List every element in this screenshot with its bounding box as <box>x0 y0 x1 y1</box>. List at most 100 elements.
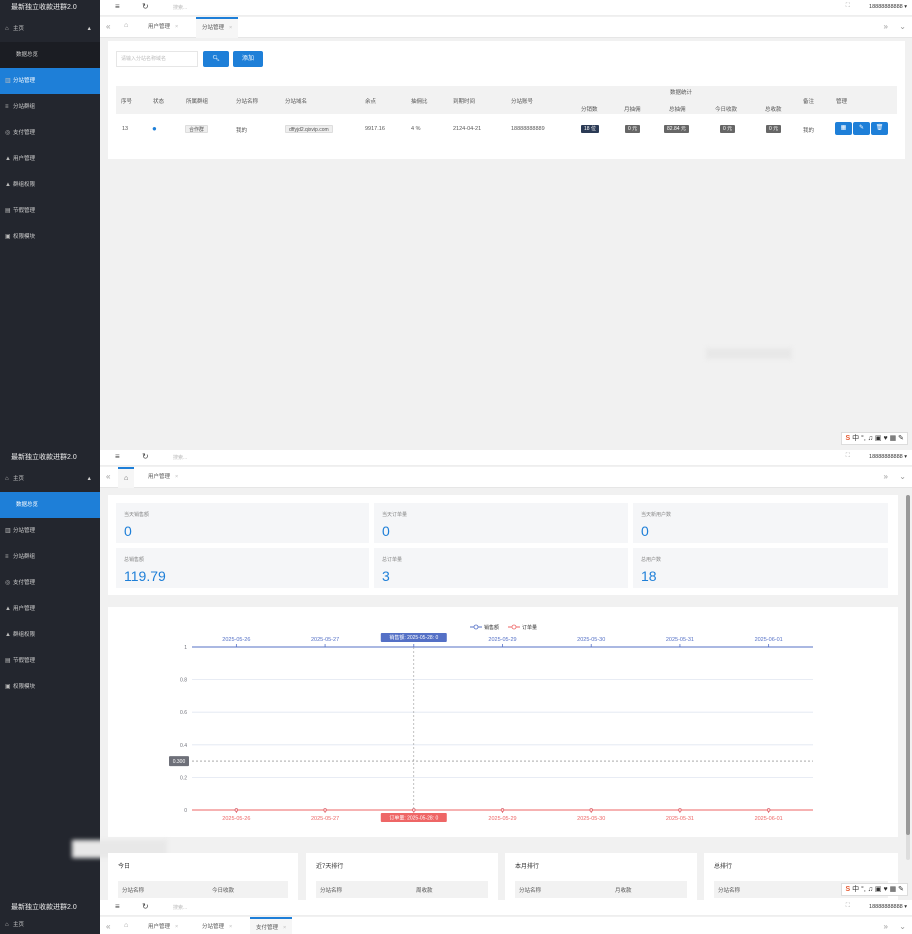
sidebar-item-users[interactable]: ▲ 用户管理 <box>0 146 100 172</box>
sidebar-item-home[interactable]: ⌂ 主页 ▲ <box>0 466 100 492</box>
scrollbar[interactable] <box>906 495 910 860</box>
stat-card: 总销售额 119.79 <box>116 548 369 588</box>
sidebar-item-overview[interactable]: 数据总览 <box>0 42 100 68</box>
tabs-left-icon[interactable]: « <box>106 22 110 31</box>
chevron-down-icon[interactable]: ⌄ <box>899 22 906 31</box>
sidebar-item-sites[interactable]: ▥ 分站管理 <box>0 518 100 544</box>
grid-icon: ▥ <box>5 528 11 534</box>
sidebar-item-home[interactable]: ⌂ 主页 <box>0 916 100 934</box>
tabs-left-icon[interactable]: « <box>106 472 110 481</box>
ime-zh-icon: 中 <box>852 435 860 442</box>
search-button[interactable]: 🔍︎ <box>203 51 229 67</box>
sidebar-item-perm-module[interactable]: ▣ 权限模块 <box>0 674 100 700</box>
col-points: 余点 <box>365 99 377 105</box>
data-point <box>234 808 239 812</box>
tabs-right-icon[interactable]: » <box>884 22 888 31</box>
tab-user-management[interactable]: 用户管理 × <box>142 17 184 38</box>
chevron-down-icon[interactable]: ⌄ <box>899 922 906 931</box>
sidebar-item-home[interactable]: ⌂ 主页 ▲ <box>0 16 100 42</box>
sidebar-item-sites[interactable]: ▥ 分站管理 <box>0 68 100 94</box>
fullscreen-icon[interactable]: ⛶ <box>846 903 850 910</box>
tab-user-management[interactable]: 用户管理 × <box>142 467 184 488</box>
chevron-down-icon[interactable]: ⌄ <box>899 472 906 481</box>
search-input[interactable]: 搜索... <box>173 454 187 461</box>
user-menu[interactable]: 18888888888 ▾ <box>869 4 907 10</box>
sidebar-item-label: 节假管理 <box>13 658 36 664</box>
cell-domain[interactable]: dffyjd2.qixvip.com <box>285 125 333 133</box>
site-table-panel: 请输入分站名称域名 🔍︎ 添加 序号 状态 所属群组 分站名称 分站域名 余点 … <box>108 41 905 159</box>
refresh-icon[interactable]: ↻ <box>142 2 149 11</box>
edit-button[interactable]: ✎ <box>853 122 870 135</box>
cell-points: 9917.16 <box>365 126 385 132</box>
close-icon[interactable]: × <box>283 925 286 931</box>
tabs-left-icon[interactable]: « <box>106 922 110 931</box>
top-x-tick-label: 2025-06-01 <box>755 637 783 643</box>
sidebar-item-perm-module[interactable]: ▣ 权限模块 <box>0 224 100 250</box>
fullscreen-icon[interactable]: ⛶ <box>846 453 850 460</box>
rank-col: 分站名称 <box>122 888 145 894</box>
cell-total-comm: 82.84 元 <box>664 125 689 133</box>
status-dot[interactable]: ● <box>152 124 157 133</box>
shield-icon: ◎ <box>5 580 11 586</box>
data-point <box>589 808 593 812</box>
tab-site-management[interactable]: 分站管理 × <box>196 917 238 934</box>
sidebar-item-overview[interactable]: 数据总览 <box>0 492 100 518</box>
trash-icon: 🗑︎ <box>875 125 884 131</box>
tab-payment-management[interactable]: 支付管理 × <box>250 917 293 934</box>
user-menu[interactable]: 18888888888 ▾ <box>869 454 907 460</box>
sidebar-item-users[interactable]: ▲ 用户管理 <box>0 596 100 622</box>
stats-button[interactable]: ▦ <box>835 122 852 135</box>
add-button[interactable]: 添加 <box>233 51 263 67</box>
top-x-tick-label: 2025-05-26 <box>222 637 250 643</box>
close-icon[interactable]: × <box>175 924 178 930</box>
blurred-region <box>706 348 792 359</box>
home-icon: ⌂ <box>5 476 9 482</box>
close-icon[interactable]: × <box>175 474 178 480</box>
user-menu[interactable]: 18888888888 ▾ <box>869 904 907 910</box>
search-input[interactable]: 搜索... <box>173 904 187 911</box>
close-icon[interactable]: × <box>229 924 232 930</box>
caret-up-icon: ▲ <box>86 26 92 32</box>
sidebar-item-site-groups[interactable]: ≡ 分站群组 <box>0 94 100 120</box>
refresh-icon[interactable]: ↻ <box>142 452 149 461</box>
fullscreen-icon[interactable]: ⛶ <box>846 3 850 10</box>
sidebar-item-label: 支付管理 <box>13 580 36 586</box>
stat-value: 0 <box>641 523 649 539</box>
stat-value: 119.79 <box>124 568 166 584</box>
sidebar-item-holiday[interactable]: ▤ 节假管理 <box>0 198 100 224</box>
sidebar-item-group-perm[interactable]: ▲ 群组权限 <box>0 622 100 648</box>
sidebar-item-holiday[interactable]: ▤ 节假管理 <box>0 648 100 674</box>
menu-toggle-icon[interactable]: ≡ <box>115 902 120 911</box>
search-input[interactable]: 搜索... <box>173 4 187 11</box>
sidebar-item-payment[interactable]: ◎ 支付管理 <box>0 570 100 596</box>
line-chart[interactable]: 0 0.2 0.4 0.6 0.8 1 2025-05-26 2025-05-26 2025-0… <box>108 607 898 837</box>
tab-label: 用户管理 <box>148 924 171 930</box>
rank-col: 分站名称 <box>320 888 343 894</box>
site-search-input[interactable]: 请输入分站名称域名 <box>116 51 198 67</box>
tabs-right-icon[interactable]: » <box>884 472 888 481</box>
tabs-right-icon[interactable]: » <box>884 922 888 931</box>
sidebar-item-site-groups[interactable]: ≡ 分站群组 <box>0 544 100 570</box>
legend-label: 销售额 <box>484 624 499 631</box>
home-tab-icon[interactable]: ⌂ <box>124 22 128 29</box>
refresh-icon[interactable]: ↻ <box>142 902 149 911</box>
home-tab-icon[interactable]: ⌂ <box>124 922 128 929</box>
sidebar-item-payment[interactable]: ◎ 支付管理 <box>0 120 100 146</box>
tab-user-management[interactable]: 用户管理 × <box>142 917 184 934</box>
menu-toggle-icon[interactable]: ≡ <box>115 2 120 11</box>
ime-toolbar[interactable]: S 中 °, ♫ ▣ ♥ ▦ ✎ <box>841 883 908 896</box>
bottom-x-tick-label: 2025-05-26 <box>222 816 250 822</box>
ime-toolbar[interactable]: S 中 °, ♫ ▣ ♥ ▦ ✎ <box>841 432 908 445</box>
sidebar-item-group-perm[interactable]: ▲ 群组权限 <box>0 172 100 198</box>
home-tab[interactable]: ⌂ <box>118 467 135 488</box>
close-icon[interactable]: × <box>229 25 232 31</box>
close-icon[interactable]: × <box>175 24 178 30</box>
cell-group: 合作群 <box>185 125 209 133</box>
menu-toggle-icon[interactable]: ≡ <box>115 452 120 461</box>
col-stats: 数据统计 <box>670 90 693 96</box>
tab-bar: « ⌂ 用户管理 × » ⌄ <box>100 467 912 488</box>
legend-marker <box>473 624 479 630</box>
top-x-tick-label: 2025-05-31 <box>666 637 694 643</box>
tab-site-management[interactable]: 分站管理 × <box>196 17 239 38</box>
delete-button[interactable]: 🗑︎ <box>871 122 888 135</box>
